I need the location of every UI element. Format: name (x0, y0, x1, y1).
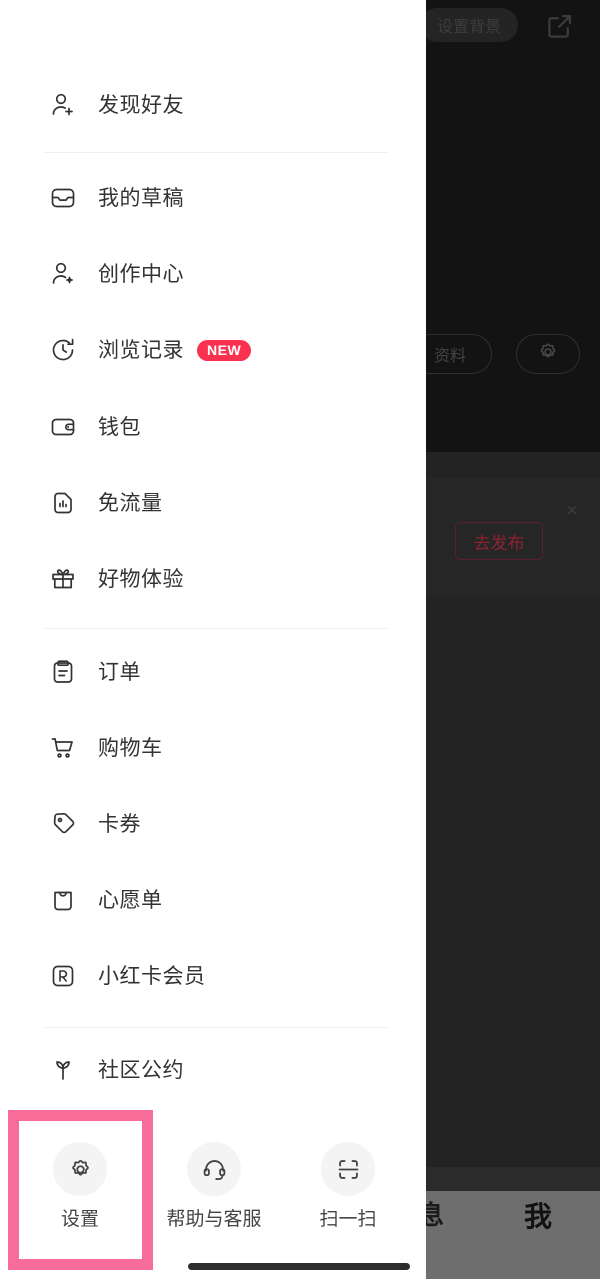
clipboard-icon (48, 657, 78, 687)
action-label: 扫一扫 (319, 1209, 377, 1230)
menu-item-label: 社区公约 (98, 1058, 184, 1082)
menu-item-wishlist[interactable]: 心愿单 (0, 870, 426, 930)
menu-item-coupons[interactable]: 卡券 (0, 794, 426, 854)
menu-item-product-experience[interactable]: 好物体验 (0, 549, 426, 609)
action-settings[interactable]: 设置 (13, 1122, 147, 1229)
action-label: 帮助与客服 (166, 1209, 262, 1230)
external-link-icon[interactable] (543, 9, 577, 43)
gear-icon (536, 340, 560, 369)
r-card-icon (48, 961, 78, 991)
person-add-icon (48, 90, 78, 120)
action-label: 设置 (60, 1209, 99, 1230)
menu-item-label: 心愿单 (98, 888, 163, 912)
gift-icon (48, 564, 78, 594)
menu-item-my-drafts[interactable]: 我的草稿 (0, 168, 426, 228)
go-publish-label: 去发布 (473, 533, 525, 553)
close-icon[interactable]: × (566, 501, 586, 521)
coupon-tag-icon (48, 809, 78, 839)
menu-item-label: 发现好友 (98, 93, 184, 117)
menu-item-label: 创作中心 (98, 262, 184, 286)
menu-item-creator-center[interactable]: 创作中心 (0, 244, 426, 304)
menu-item-label: 订单 (98, 660, 141, 684)
menu-item-label: 我的草稿 (98, 186, 184, 210)
profile-settings-button[interactable] (516, 334, 580, 374)
gear-icon (53, 1142, 107, 1196)
profile-info-label: 资料 (433, 348, 466, 365)
history-clock-icon (48, 335, 78, 365)
home-indicator (188, 1263, 410, 1270)
menu-item-community-convention[interactable]: 社区公约 (0, 1040, 426, 1100)
set-background-label: 设置背景 (436, 19, 501, 36)
menu-item-browsing-history[interactable]: 浏览记录 NEW (0, 320, 426, 380)
side-drawer-panel: 发现好友 我的草稿 创作中心 浏览记录 NEW 钱包 免流量 好物体验 订单 购… (0, 0, 426, 1279)
sprout-icon (48, 1055, 78, 1085)
inbox-icon (48, 183, 78, 213)
menu-item-label: 卡券 (98, 812, 141, 836)
headset-icon (187, 1142, 241, 1196)
wishlist-bag-icon (48, 885, 78, 915)
drawer-action-row: 设置 帮助与客服 扫一扫 (0, 1122, 426, 1252)
menu-item-label: 免流量 (98, 491, 163, 515)
sim-data-icon (48, 488, 78, 518)
menu-item-label: 浏览记录 (98, 338, 184, 362)
drawer-divider (44, 152, 388, 153)
drawer-menu-list: 发现好友 我的草稿 创作中心 浏览记录 NEW 钱包 免流量 好物体验 订单 购… (0, 0, 426, 1100)
shopping-cart-icon (48, 733, 78, 763)
menu-item-label: 购物车 (98, 736, 163, 760)
menu-item-label: 小红卡会员 (98, 964, 206, 988)
menu-item-label: 好物体验 (98, 567, 184, 591)
action-help-support[interactable]: 帮助与客服 (147, 1122, 281, 1229)
wallet-icon (48, 412, 78, 442)
screen: 设置背景 资料 × 去发布 息 我 发现好友 我的草稿 创作中心 浏览记录 NE… (0, 0, 600, 1279)
menu-item-orders[interactable]: 订单 (0, 642, 426, 702)
go-publish-button[interactable]: 去发布 (455, 522, 543, 560)
nav-tab-me[interactable]: 我 (524, 1195, 552, 1235)
drawer-divider (44, 1027, 388, 1028)
menu-item-red-card-member[interactable]: 小红卡会员 (0, 946, 426, 1006)
menu-item-discover-friends[interactable]: 发现好友 (0, 75, 426, 135)
drawer-divider (44, 628, 388, 629)
person-spark-icon (48, 259, 78, 289)
menu-item-label: 钱包 (98, 415, 141, 439)
set-background-pill[interactable]: 设置背景 (420, 8, 518, 42)
menu-item-shopping-cart[interactable]: 购物车 (0, 718, 426, 778)
menu-item-wallet[interactable]: 钱包 (0, 397, 426, 457)
status-badge: NEW (197, 339, 252, 361)
action-scan[interactable]: 扫一扫 (281, 1122, 415, 1229)
menu-item-free-data[interactable]: 免流量 (0, 473, 426, 533)
scan-icon (321, 1142, 375, 1196)
